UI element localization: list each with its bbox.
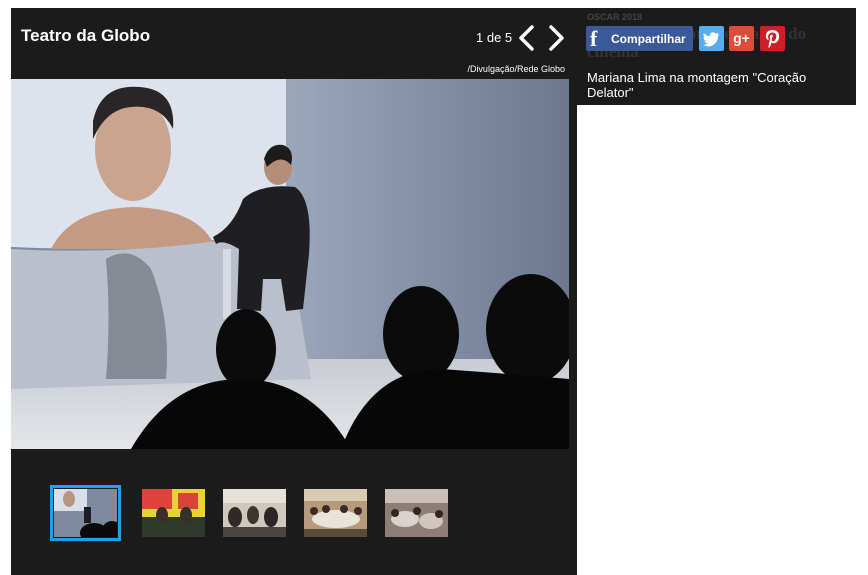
gallery-title: Teatro da Globo: [21, 26, 151, 45]
photo-gallery: Teatro da Globo 1 de 5 /Divulgação/Rede …: [11, 8, 577, 575]
facebook-icon: f: [590, 26, 598, 51]
prev-arrow-icon[interactable]: [516, 24, 538, 52]
thumbnail-3[interactable]: [223, 489, 286, 537]
thumbnail-5[interactable]: [385, 489, 448, 537]
pinterest-share-button[interactable]: [760, 26, 785, 51]
twitter-share-button[interactable]: [699, 26, 724, 51]
photo-credit: /Divulgação/Rede Globo: [467, 64, 565, 74]
slide-counter: 1 de 5: [476, 30, 513, 45]
next-arrow-icon[interactable]: [545, 24, 567, 52]
thumbnail-2[interactable]: [142, 489, 205, 537]
thumbnail-1[interactable]: [50, 485, 121, 541]
side-panel: OSCAR 2018 ... sobre a maior premiação d…: [577, 8, 856, 105]
twitter-icon: [702, 32, 719, 47]
pinterest-icon: [765, 30, 780, 48]
section-tag: OSCAR 2018: [587, 12, 643, 22]
photo-caption: Mariana Lima na montagem "Coração Delato…: [587, 70, 807, 100]
googleplus-share-button[interactable]: g+: [729, 26, 754, 51]
facebook-share-button[interactable]: f Compartilhar: [586, 26, 693, 51]
thumbnail-strip: [11, 483, 577, 543]
thumbnail-4[interactable]: [304, 489, 367, 537]
main-photo[interactable]: [11, 79, 569, 449]
googleplus-icon: g+: [733, 30, 750, 46]
facebook-share-label: Compartilhar: [611, 32, 686, 46]
